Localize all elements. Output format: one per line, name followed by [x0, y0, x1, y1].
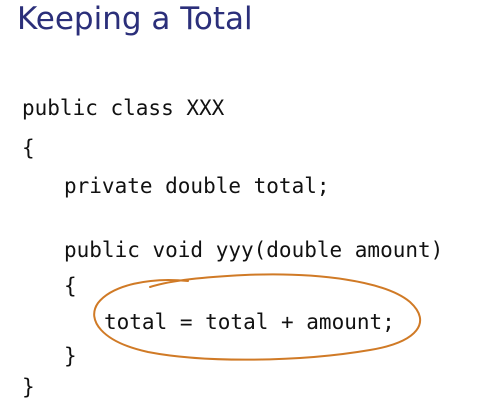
code-line-total-assignment: total = total + amount;	[104, 310, 395, 334]
code-line-class-close-brace: }	[22, 375, 35, 399]
code-line-method-declaration: public void yyy(double amount)	[64, 238, 444, 262]
code-line-field-declaration: private double total;	[64, 174, 330, 198]
code-line-method-close-brace: }	[64, 344, 77, 368]
code-line-class-declaration: public class XXX	[22, 96, 225, 120]
code-block: public class XXX { private double total;…	[0, 0, 484, 415]
code-line-class-open-brace: {	[22, 136, 35, 160]
slide: Keeping a Total public class XXX { priva…	[0, 0, 484, 415]
code-line-method-open-brace: {	[64, 274, 77, 298]
